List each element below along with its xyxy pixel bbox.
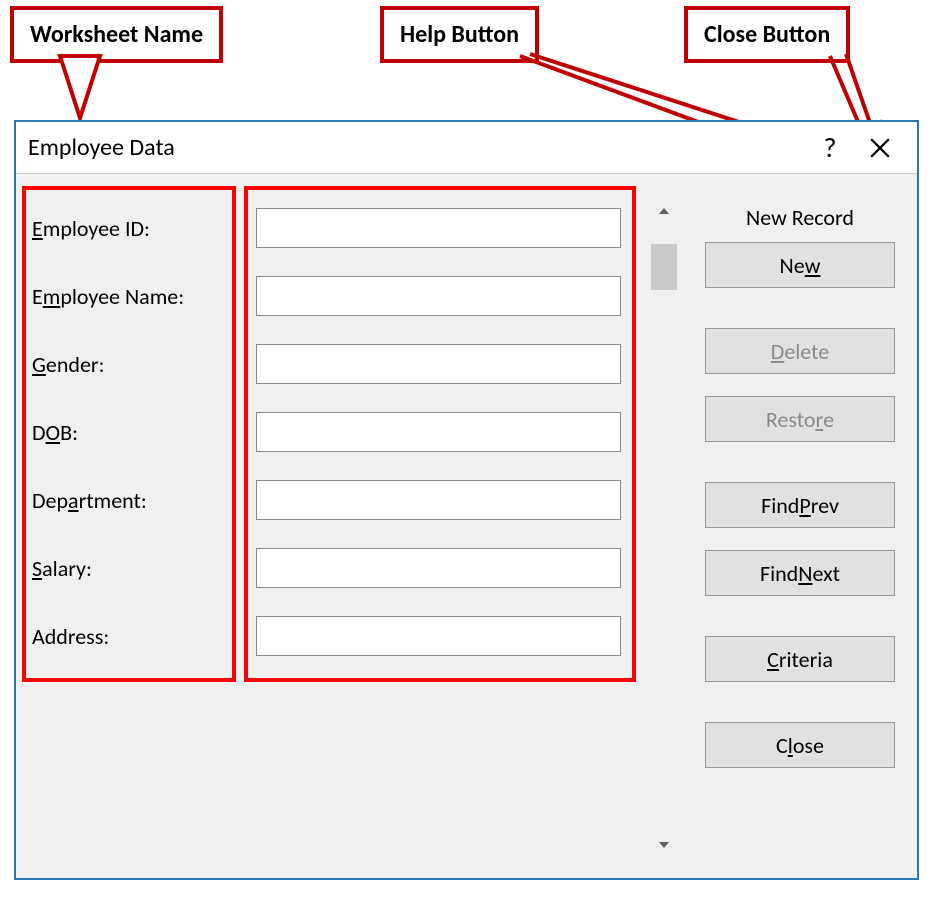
new-button[interactable]: New xyxy=(705,242,895,288)
restore-button[interactable]: Restore xyxy=(705,396,895,442)
dialog-body: Employee ID: Employee Name: Gender: DOB:… xyxy=(16,174,917,878)
field-labels-column: Employee ID: Employee Name: Gender: DOB:… xyxy=(28,194,238,670)
input-address[interactable] xyxy=(256,616,621,656)
label-address: Address: xyxy=(28,602,238,670)
scroll-down-arrow-icon[interactable] xyxy=(651,832,677,858)
criteria-button[interactable]: Criteria xyxy=(705,636,895,682)
input-employee-name[interactable] xyxy=(256,276,621,316)
button-panel: New Record New Delete Restore Find Prev … xyxy=(705,192,895,790)
help-button[interactable]: ? xyxy=(805,122,855,173)
dialog-titlebar: Employee Data ? xyxy=(16,122,917,174)
input-salary[interactable] xyxy=(256,548,621,588)
scroll-thumb[interactable] xyxy=(651,244,677,290)
label-department: Department: xyxy=(28,466,238,534)
field-inputs-column xyxy=(256,194,636,670)
close-button[interactable]: Close xyxy=(705,722,895,768)
callout-close-button: Close Button xyxy=(684,6,850,63)
record-scrollbar[interactable] xyxy=(651,198,677,858)
label-dob: DOB: xyxy=(28,398,238,466)
find-next-button[interactable]: Find Next xyxy=(705,550,895,596)
find-prev-button[interactable]: Find Prev xyxy=(705,482,895,528)
close-window-button[interactable] xyxy=(855,122,905,173)
label-employee-name: Employee Name: xyxy=(28,262,238,330)
data-form-dialog: Employee Data ? Employee ID: Employee Na… xyxy=(14,120,919,880)
callout-worksheet-name: Worksheet Name xyxy=(10,6,223,63)
close-icon xyxy=(869,137,891,159)
dialog-title: Employee Data xyxy=(28,133,175,162)
input-employee-id[interactable] xyxy=(256,208,621,248)
input-dob[interactable] xyxy=(256,412,621,452)
input-department[interactable] xyxy=(256,480,621,520)
callout-help-button: Help Button xyxy=(380,6,539,63)
label-salary: Salary: xyxy=(28,534,238,602)
scroll-track[interactable] xyxy=(651,224,677,832)
input-gender[interactable] xyxy=(256,344,621,384)
label-employee-id: Employee ID: xyxy=(28,194,238,262)
scroll-up-arrow-icon[interactable] xyxy=(651,198,677,224)
label-gender: Gender: xyxy=(28,330,238,398)
help-icon: ? xyxy=(824,130,837,165)
delete-button[interactable]: Delete xyxy=(705,328,895,374)
record-status: New Record xyxy=(705,192,895,242)
